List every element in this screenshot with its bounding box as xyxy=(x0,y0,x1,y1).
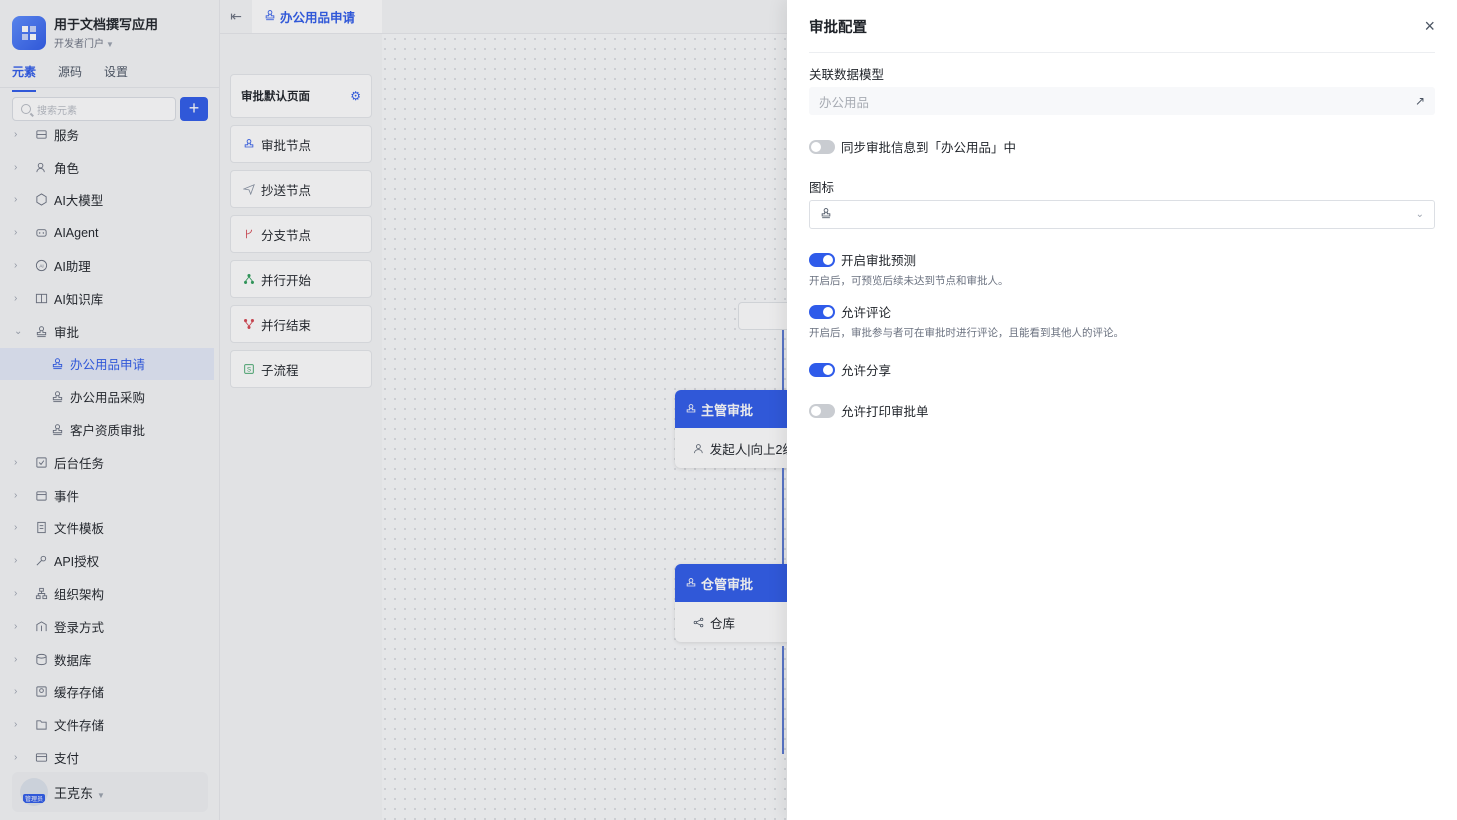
print-row: 允许打印审批单 xyxy=(809,401,1435,420)
sync-label: 同步审批信息到「办公用品」中 xyxy=(841,141,1017,155)
print-label: 允许打印审批单 xyxy=(841,405,929,419)
close-icon[interactable]: × xyxy=(1424,17,1435,35)
predict-toggle[interactable] xyxy=(809,252,835,267)
comment-hint: 开启后，审批参与者可在审批时进行评论，且能看到其他人的评论。 xyxy=(809,327,1124,339)
print-toggle[interactable] xyxy=(809,403,835,418)
model-value: 办公用品 xyxy=(819,95,870,110)
modal-overlay[interactable] xyxy=(0,0,787,820)
stamp-icon xyxy=(820,207,832,222)
share-toggle[interactable] xyxy=(809,362,835,377)
chevron-down-icon[interactable]: ⌄ xyxy=(1416,209,1424,220)
external-link-icon[interactable]: ↗ xyxy=(1415,94,1425,108)
icon-label: 图标 xyxy=(809,181,835,195)
model-label: 关联数据模型 xyxy=(809,68,885,82)
predict-row: 开启审批预测 xyxy=(809,250,1435,269)
approval-config-drawer: 审批配置 × 关联数据模型 办公用品 ↗ 同步审批信息到「办公用品」中 图标 ⌄… xyxy=(787,0,1457,820)
predict-label: 开启审批预测 xyxy=(841,254,917,268)
share-label: 允许分享 xyxy=(841,364,892,378)
comment-toggle[interactable] xyxy=(809,304,835,319)
sync-row: 同步审批信息到「办公用品」中 xyxy=(809,137,1435,156)
share-row: 允许分享 xyxy=(809,360,1435,379)
icon-select[interactable]: ⌄ xyxy=(809,200,1435,229)
predict-hint: 开启后，可预览后续未达到节点和审批人。 xyxy=(809,275,1009,287)
drawer-title: 审批配置 xyxy=(809,19,867,36)
comment-row: 允许评论 xyxy=(809,302,1435,321)
data-model-field[interactable]: 办公用品 ↗ xyxy=(809,87,1435,115)
comment-label: 允许评论 xyxy=(841,306,892,320)
drawer-header: 审批配置 × xyxy=(809,0,1435,53)
sync-toggle[interactable] xyxy=(809,139,835,154)
